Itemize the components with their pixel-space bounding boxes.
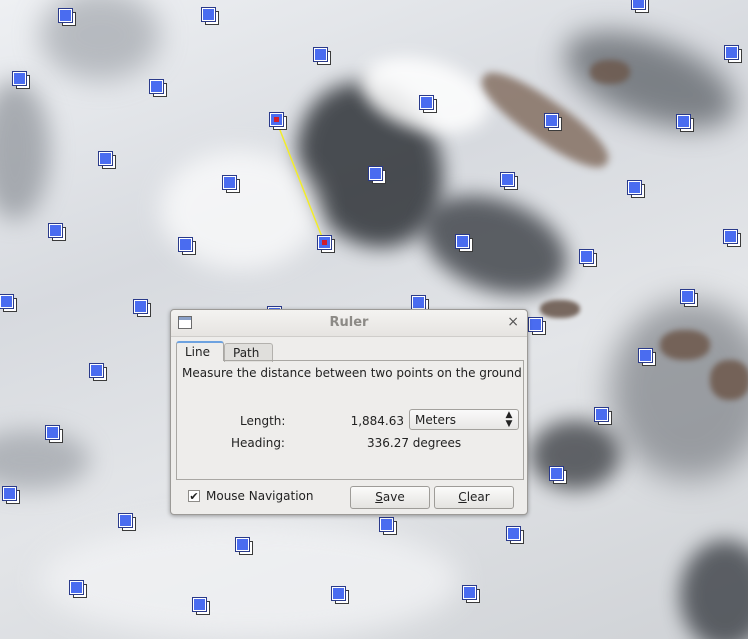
updown-arrows-icon: ▲ ▼ — [505, 410, 513, 429]
placemark-icon[interactable] — [412, 296, 429, 313]
placemark-icon[interactable] — [681, 290, 698, 307]
placemark-icon[interactable] — [90, 364, 107, 381]
placemark-icon[interactable] — [202, 8, 219, 25]
placemark-icon[interactable] — [314, 48, 331, 65]
checkmark-icon[interactable]: ✔ — [188, 490, 200, 502]
placemark-icon[interactable] — [193, 598, 210, 615]
placemark-icon[interactable] — [3, 487, 20, 504]
placemark-icon[interactable] — [380, 518, 397, 535]
placemark-icon[interactable] — [332, 587, 349, 604]
heading-label: Heading: — [231, 436, 285, 450]
placemark-icon[interactable] — [463, 586, 480, 603]
placemark-icon[interactable] — [13, 72, 30, 89]
placemark-icon[interactable] — [632, 0, 649, 13]
placemark-icon[interactable] — [369, 167, 386, 184]
placemark-icon[interactable] — [507, 527, 524, 544]
mouse-navigation-label[interactable]: Mouse Navigation — [206, 489, 313, 503]
placemark-icon[interactable] — [628, 181, 645, 198]
title-bar[interactable]: Ruler × — [171, 310, 527, 337]
placemark-icon[interactable] — [420, 96, 437, 113]
dialog-title: Ruler — [329, 315, 369, 330]
placemark-icon[interactable] — [134, 300, 151, 317]
heading-value: 336.27 degrees — [367, 436, 462, 450]
save-mnemonic: S — [375, 490, 383, 504]
placemark-icon[interactable] — [545, 114, 562, 131]
placemark-icon[interactable] — [639, 349, 656, 366]
placemark-icon[interactable] — [49, 224, 66, 241]
save-button[interactable]: Save — [350, 486, 430, 509]
placemark-icon[interactable] — [236, 538, 253, 555]
placemark-icon[interactable] — [550, 467, 567, 484]
tab-line[interactable]: Line — [176, 341, 224, 361]
measure-end-marker[interactable] — [318, 236, 335, 253]
placemark-icon[interactable] — [99, 152, 116, 169]
length-label: Length: — [240, 414, 286, 428]
placemark-icon[interactable] — [46, 426, 63, 443]
clear-mnemonic: C — [458, 490, 467, 504]
placemark-icon[interactable] — [223, 176, 240, 193]
description-text: Measure the distance between two points … — [182, 366, 522, 380]
placemark-icon[interactable] — [119, 514, 136, 531]
clear-button[interactable]: Clear — [434, 486, 514, 509]
placemark-icon[interactable] — [595, 408, 612, 425]
close-icon[interactable]: × — [507, 314, 519, 330]
placemark-icon[interactable] — [0, 295, 17, 312]
length-value: 1,884.63 — [350, 414, 404, 428]
line-tab-panel: Measure the distance between two points … — [176, 360, 524, 480]
placemark-icon[interactable] — [59, 9, 76, 26]
measure-start-marker[interactable] — [270, 113, 287, 130]
placemark-icon[interactable] — [724, 230, 741, 247]
units-select[interactable]: Meters ▲ ▼ — [409, 409, 519, 430]
placemark-icon[interactable] — [529, 318, 546, 335]
placemark-icon[interactable] — [580, 250, 597, 267]
placemark-icon[interactable] — [70, 581, 87, 598]
units-selected-value: Meters — [415, 413, 457, 427]
placemark-icon[interactable] — [179, 238, 196, 255]
ruler-dialog: Ruler × Line Path Measure the distance b… — [170, 309, 528, 515]
placemark-icon[interactable] — [677, 115, 694, 132]
placemark-icon[interactable] — [150, 80, 167, 97]
placemark-icon[interactable] — [725, 46, 742, 63]
placemark-icon[interactable] — [456, 235, 473, 252]
clear-label: lear — [466, 490, 490, 504]
placemark-icon[interactable] — [501, 173, 518, 190]
save-label: ave — [382, 490, 405, 504]
